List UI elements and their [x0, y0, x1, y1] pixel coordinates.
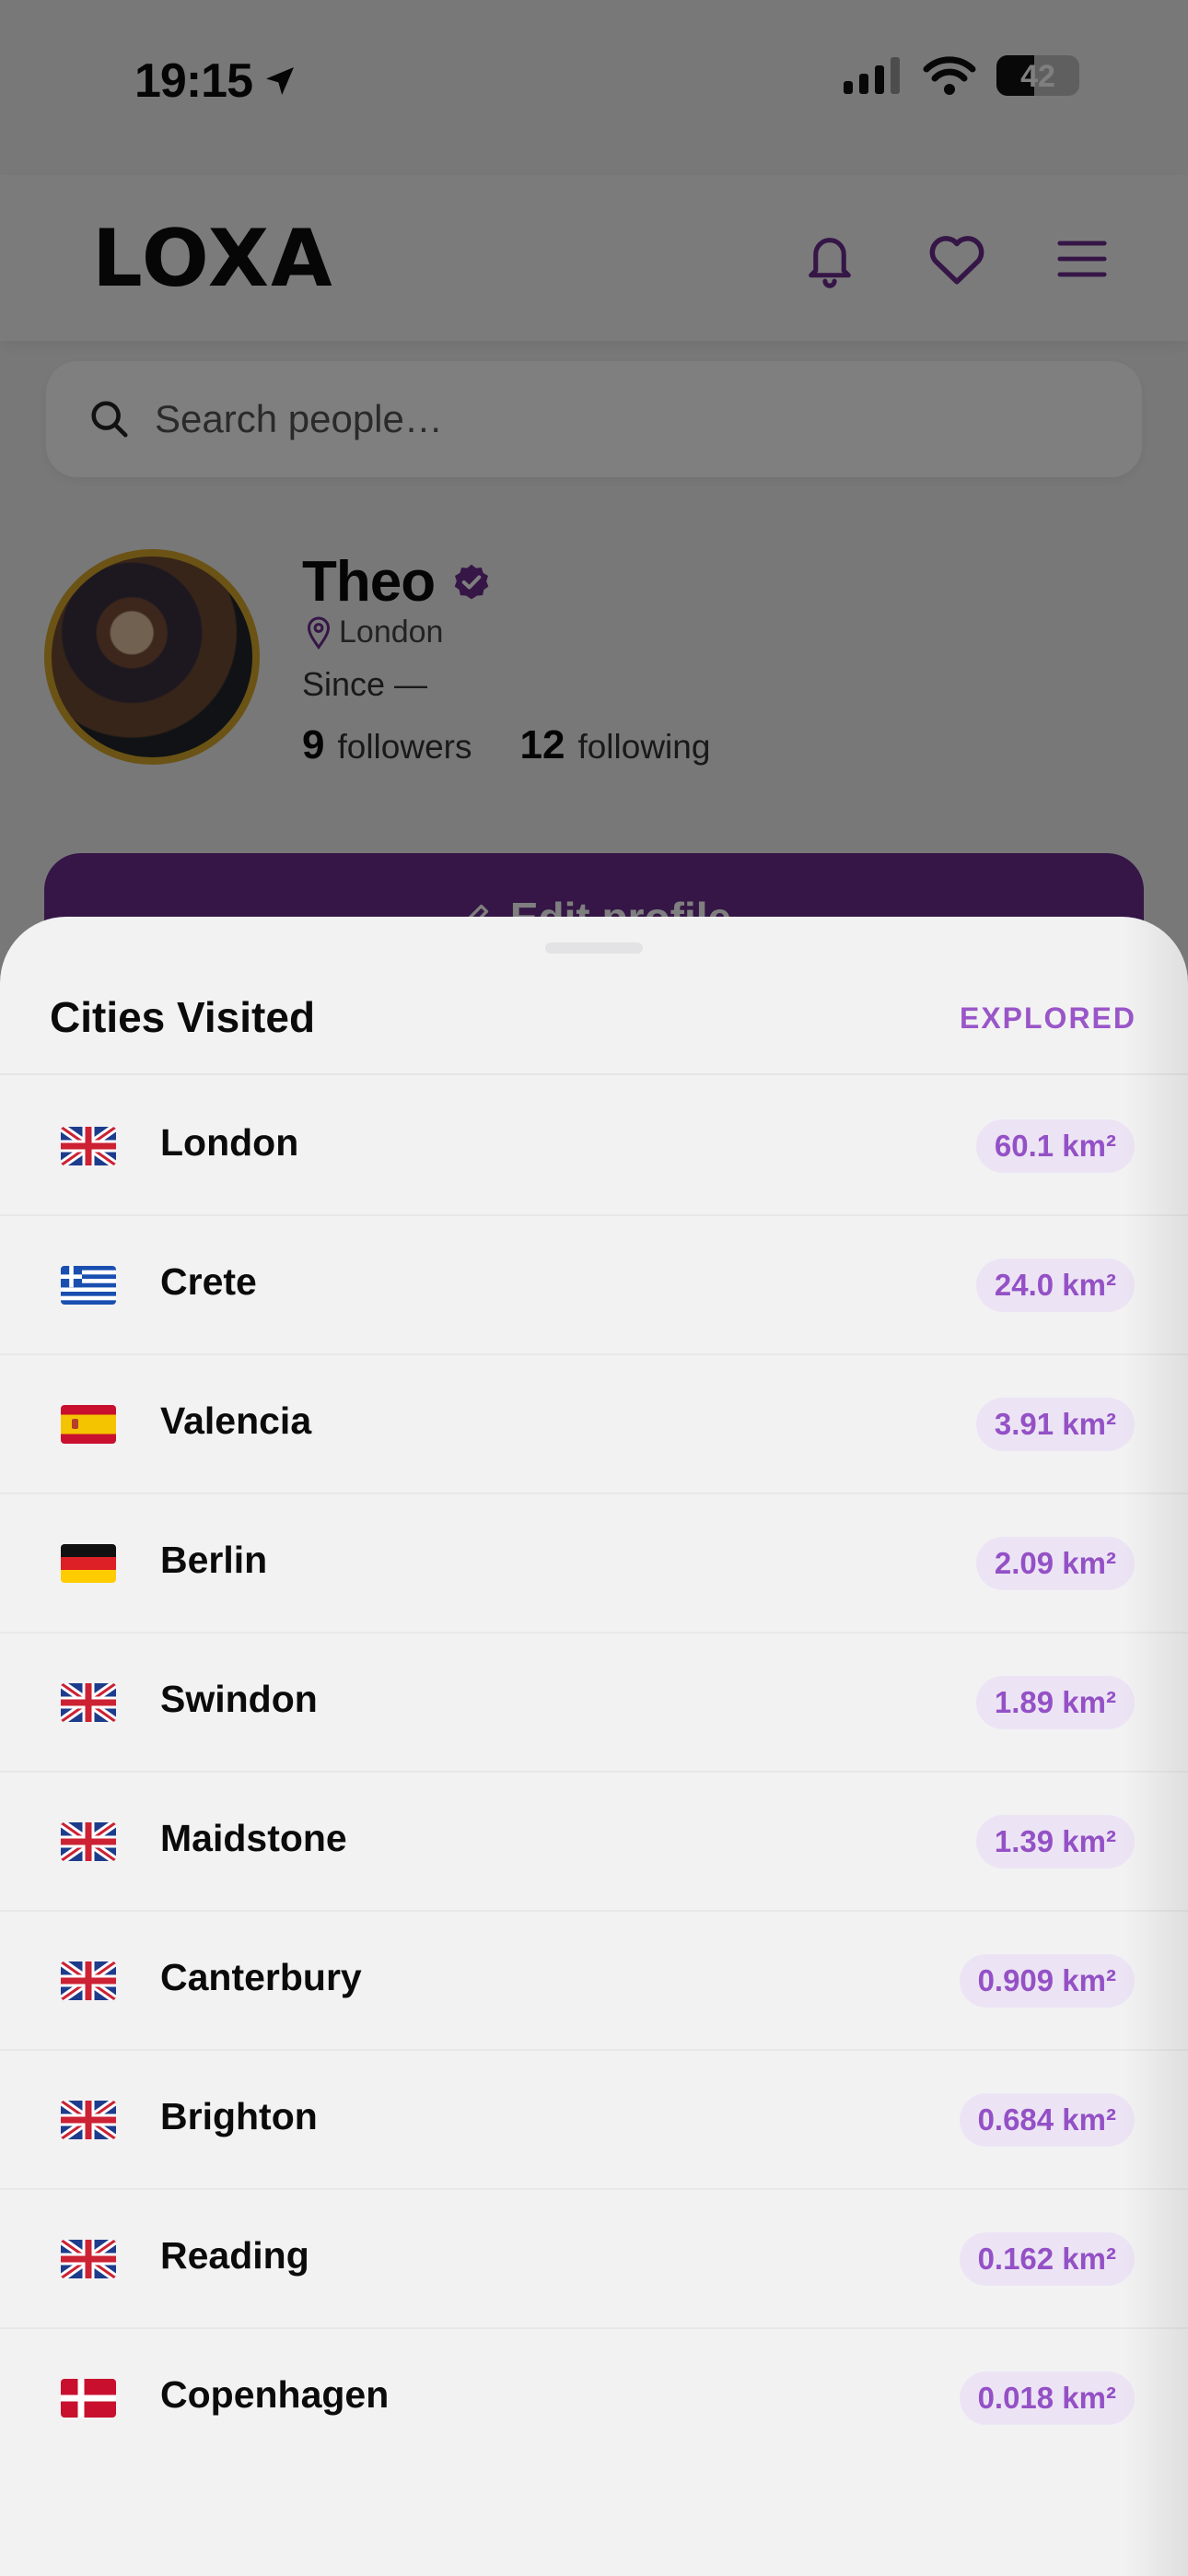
city-name: Brighton — [160, 2095, 318, 2137]
city-name: Berlin — [160, 1539, 268, 1581]
city-row-copenhagen[interactable]: Copenhagen 0.018 km² — [0, 2329, 1188, 2468]
city-name: Swindon — [160, 1678, 318, 1720]
city-name: Canterbury — [160, 1956, 362, 1998]
city-name: Crete — [160, 1260, 257, 1303]
area-badge: 0.684 km² — [959, 2093, 1135, 2147]
flag-gb-icon — [61, 2240, 116, 2278]
cities-list: London 60.1 km² Crete 24.0 km² Valencia … — [0, 1077, 1188, 2468]
city-row-swindon[interactable]: Swindon 1.89 km² — [0, 1633, 1188, 1773]
flag-gb-icon — [61, 1683, 116, 1722]
explored-column-label: EXPLORED — [959, 1001, 1136, 1035]
cities-visited-sheet: Cities Visited EXPLORED London 60.1 km² … — [0, 917, 1188, 2576]
flag-de-icon — [61, 1544, 116, 1583]
city-row-canterbury[interactable]: Canterbury 0.909 km² — [0, 1912, 1188, 2051]
city-row-valencia[interactable]: Valencia 3.91 km² — [0, 1355, 1188, 1494]
city-row-london[interactable]: London 60.1 km² — [0, 1077, 1188, 1216]
sheet-drag-handle[interactable] — [545, 943, 643, 954]
sheet-header: Cities Visited EXPLORED — [0, 972, 1188, 1075]
area-badge: 3.91 km² — [975, 1398, 1135, 1451]
flag-gb-icon — [61, 1127, 116, 1165]
flag-gb-icon — [61, 2101, 116, 2139]
area-badge: 60.1 km² — [975, 1119, 1135, 1173]
area-badge: 24.0 km² — [975, 1259, 1135, 1312]
flag-es-icon — [61, 1405, 116, 1444]
area-badge: 0.162 km² — [959, 2232, 1135, 2286]
city-name: London — [160, 1121, 299, 1164]
area-badge: 0.909 km² — [959, 1954, 1135, 2008]
city-row-crete[interactable]: Crete 24.0 km² — [0, 1216, 1188, 1355]
city-name: Valencia — [160, 1399, 312, 1442]
area-badge: 1.89 km² — [975, 1676, 1135, 1729]
area-badge: 2.09 km² — [975, 1537, 1135, 1590]
city-name: Maidstone — [160, 1817, 347, 1859]
city-row-brighton[interactable]: Brighton 0.684 km² — [0, 2051, 1188, 2190]
city-name: Reading — [160, 2234, 309, 2277]
city-row-maidstone[interactable]: Maidstone 1.39 km² — [0, 1773, 1188, 1912]
sheet-title: Cities Visited — [50, 993, 316, 1041]
area-badge: 1.39 km² — [975, 1815, 1135, 1868]
flag-gr-icon — [61, 1266, 116, 1305]
flag-gb-icon — [61, 1961, 116, 2000]
flag-dk-icon — [61, 2379, 116, 2418]
city-row-berlin[interactable]: Berlin 2.09 km² — [0, 1494, 1188, 1633]
city-row-reading[interactable]: Reading 0.162 km² — [0, 2190, 1188, 2329]
city-name: Copenhagen — [160, 2373, 390, 2416]
area-badge: 0.018 km² — [959, 2371, 1135, 2425]
flag-gb-icon — [61, 1822, 116, 1861]
